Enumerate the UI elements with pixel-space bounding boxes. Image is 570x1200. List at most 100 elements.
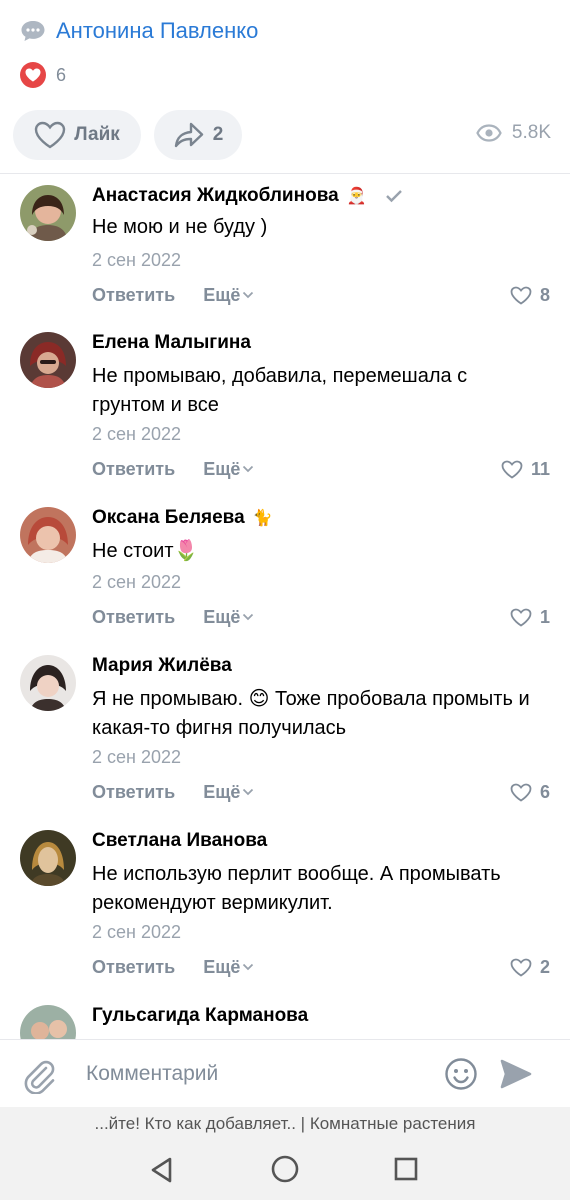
heart-icon (20, 62, 46, 88)
comment-author-name[interactable]: Мария Жилёва (92, 655, 232, 677)
comment: Анастасия Жидкоблинова 🎅 Не мою и не буд… (0, 175, 570, 320)
post-actions: Лайк 2 5.8K (13, 110, 557, 160)
share-icon (174, 122, 203, 148)
comment-text: Не использую перлит вообще. А промывать … (92, 863, 501, 914)
page-caption: ...йте! Кто как добавляет.. | Комнатные … (94, 1114, 476, 1133)
avatar[interactable] (20, 830, 76, 886)
post-author[interactable]: Антонина Павленко (20, 14, 258, 48)
comment-actions: Ответить Ещё 11 (92, 456, 550, 482)
santa-emoji: 🎅 (346, 188, 367, 205)
more-button[interactable]: Ещё (203, 607, 254, 628)
share-button[interactable]: 2 (154, 110, 242, 160)
comment-date: 2 сен 2022 (92, 424, 182, 444)
paperclip-icon[interactable] (22, 1058, 56, 1094)
system-bar: ...йте! Кто как добавляет.. | Комнатные … (0, 1107, 570, 1200)
reply-button[interactable]: Ответить (92, 957, 175, 978)
comment-like-button[interactable]: 8 (510, 285, 550, 306)
more-label: Ещё (203, 458, 241, 479)
views-count: 5.8K (511, 122, 551, 143)
reply-button[interactable]: Ответить (92, 607, 175, 628)
eye-icon (476, 124, 502, 142)
comment-like-count: 8 (539, 284, 550, 305)
comment-text: Не мою и не буду ) (92, 216, 268, 238)
send-icon[interactable] (500, 1059, 532, 1089)
home-circle-icon[interactable] (270, 1154, 300, 1184)
heart-icon (35, 121, 66, 149)
comment-text: Не стоит🌷 (92, 540, 199, 562)
smile-icon[interactable] (444, 1057, 478, 1091)
comment-actions: Ответить Ещё 6 (92, 779, 550, 805)
avatar[interactable] (20, 185, 76, 241)
heart-icon (501, 460, 523, 479)
comment-author-name: Оксана Беляева (92, 507, 245, 528)
reactions-summary[interactable]: 6 (20, 62, 66, 88)
more-button[interactable]: Ещё (203, 285, 254, 306)
comment-date: 2 сен 2022 (92, 250, 182, 270)
avatar[interactable] (20, 332, 76, 388)
more-label: Ещё (203, 284, 241, 305)
chevron-down-icon (243, 465, 254, 473)
chevron-down-icon (243, 963, 254, 971)
more-label: Ещё (203, 956, 241, 977)
comment: Мария Жилёва Я не промываю. 😊 Тоже пробо… (0, 643, 570, 818)
comment-like-button[interactable]: 11 (501, 459, 550, 480)
comment: Гульсагида Карманова (0, 993, 570, 1039)
more-button[interactable]: Ещё (203, 782, 254, 803)
heart-icon (510, 608, 532, 627)
comment-date: 2 сен 2022 (92, 747, 182, 767)
post-author-name[interactable]: Антонина Павленко (56, 18, 258, 44)
divider (0, 173, 570, 174)
comment-like-count: 1 (539, 606, 550, 627)
heart-icon (510, 958, 532, 977)
comment-author-name[interactable]: Елена Малыгина (92, 332, 251, 354)
share-count: 2 (212, 124, 224, 145)
avatar[interactable] (20, 655, 76, 711)
more-button[interactable]: Ещё (203, 459, 254, 480)
chevron-down-icon (243, 291, 254, 299)
comment-like-count: 2 (539, 956, 550, 977)
comment: Светлана Иванова Не использую перлит воо… (0, 818, 570, 993)
comment-date: 2 сен 2022 (92, 922, 182, 942)
views-counter: 5.8K (476, 122, 551, 144)
comment-author-name[interactable]: Светлана Иванова (92, 830, 267, 852)
comment-actions: Ответить Ещё 8 (92, 282, 550, 308)
back-triangle-icon[interactable] (148, 1156, 176, 1184)
comment-author[interactable]: Анастасия Жидкоблинова 🎅 (92, 185, 403, 207)
more-button[interactable]: Ещё (203, 957, 254, 978)
heart-icon (510, 783, 532, 802)
comment-text: Я не промываю. 😊 Тоже пробовала промыть … (92, 688, 530, 739)
comments-list: Анастасия Жидкоблинова 🎅 Не мою и не буд… (0, 175, 570, 1039)
comment-input[interactable]: Комментарий (86, 1062, 218, 1086)
recents-square-icon[interactable] (394, 1157, 418, 1181)
chevron-down-icon (243, 613, 254, 621)
more-label: Ещё (203, 781, 241, 802)
comment-author-name: Анастасия Жидкоблинова (92, 185, 339, 206)
like-label: Лайк (74, 124, 120, 145)
comment-actions: Ответить Ещё 2 (92, 954, 550, 980)
likes-count: 6 (56, 64, 67, 85)
speech-bubble-icon (21, 21, 45, 41)
reply-button[interactable]: Ответить (92, 285, 175, 306)
avatar[interactable] (20, 507, 76, 563)
cat-emoji: 🐈 (252, 510, 273, 527)
comment-like-button[interactable]: 6 (510, 782, 550, 803)
comment-actions: Ответить Ещё 1 (92, 604, 550, 630)
comment-text: Не промываю, добавила, перемешала с грун… (92, 365, 468, 416)
comment: Оксана Беляева 🐈 Не стоит🌷 2 сен 2022 От… (0, 495, 570, 643)
comment-date: 2 сен 2022 (92, 572, 182, 592)
chevron-down-icon (243, 788, 254, 796)
comment-like-count: 11 (530, 458, 550, 479)
like-button[interactable]: Лайк (13, 110, 141, 160)
reply-button[interactable]: Ответить (92, 782, 175, 803)
checkmark-icon (385, 190, 402, 203)
heart-icon (510, 286, 532, 305)
comment-author[interactable]: Оксана Беляева 🐈 (92, 507, 273, 529)
reply-button[interactable]: Ответить (92, 459, 175, 480)
comment-author-name[interactable]: Гульсагида Карманова (92, 1005, 308, 1027)
comment-like-button[interactable]: 1 (510, 607, 550, 628)
comment-like-count: 6 (539, 781, 550, 802)
more-label: Ещё (203, 606, 241, 627)
comment-like-button[interactable]: 2 (510, 957, 550, 978)
avatar[interactable] (20, 1005, 76, 1039)
comment-composer: Комментарий (0, 1039, 570, 1107)
